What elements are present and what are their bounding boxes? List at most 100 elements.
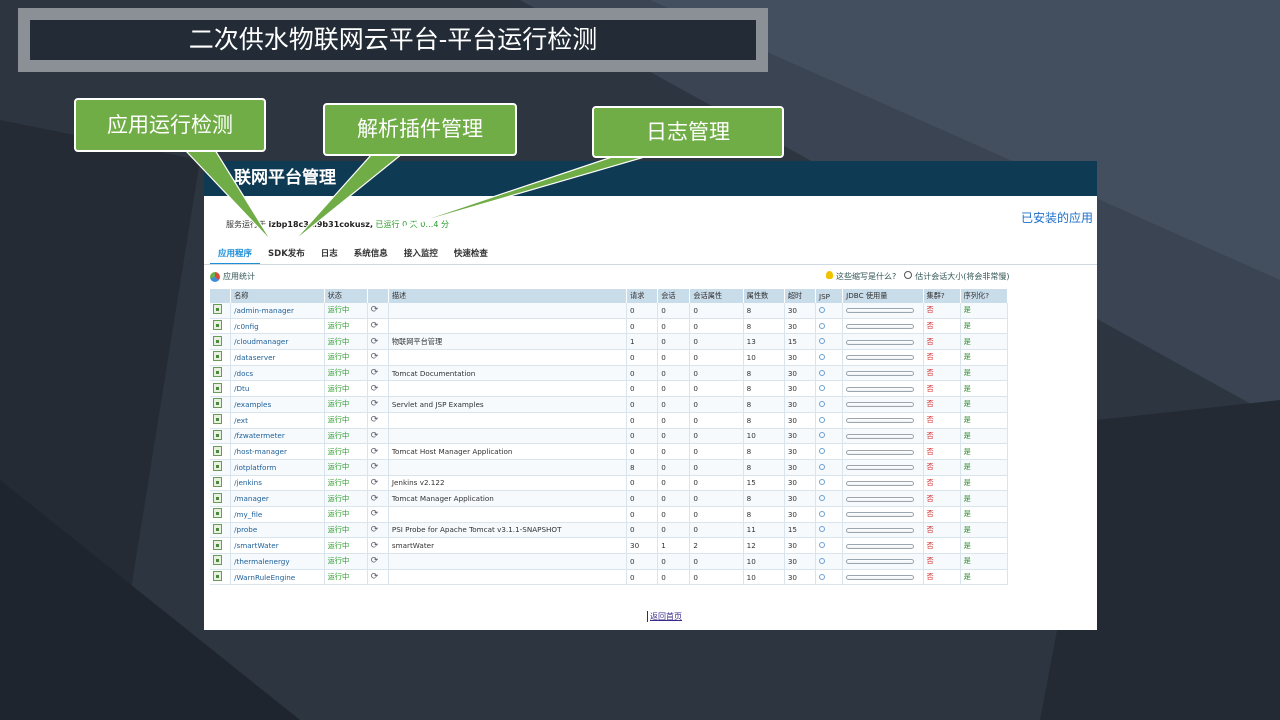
- tab-logs[interactable]: 日志: [313, 245, 346, 263]
- app-sessions[interactable]: 0: [657, 506, 691, 523]
- reload-icon[interactable]: ⟳: [371, 494, 379, 504]
- app-status[interactable]: 运行中: [324, 443, 368, 460]
- magnifier-icon[interactable]: [818, 400, 825, 407]
- app-icon-cell[interactable]: [210, 537, 232, 554]
- app-name-link[interactable]: /dataserver: [230, 349, 325, 366]
- application-icon[interactable]: [213, 320, 222, 331]
- col-name[interactable]: 名称: [230, 289, 325, 303]
- reload-cell[interactable]: ⟳: [367, 506, 389, 523]
- reload-icon[interactable]: ⟳: [371, 541, 379, 551]
- jsp-cell[interactable]: [815, 333, 844, 351]
- back-home-link[interactable]: 返回首页: [647, 611, 682, 622]
- col-session-attrs[interactable]: 会话属性: [689, 289, 744, 303]
- app-icon-cell[interactable]: [210, 318, 232, 335]
- jsp-cell[interactable]: [815, 365, 844, 382]
- reload-icon[interactable]: ⟳: [371, 415, 379, 425]
- app-name-link[interactable]: /manager: [230, 490, 325, 507]
- tab-access-monitor[interactable]: 接入监控: [396, 245, 446, 263]
- app-sessions[interactable]: 0: [657, 475, 691, 492]
- app-status[interactable]: 运行中: [324, 569, 368, 586]
- jsp-cell[interactable]: [815, 349, 844, 366]
- app-sessions[interactable]: 1: [657, 537, 691, 554]
- jsp-cell[interactable]: [815, 490, 844, 507]
- reload-icon[interactable]: ⟳: [371, 431, 379, 441]
- application-icon[interactable]: [213, 555, 222, 566]
- application-icon[interactable]: [213, 476, 222, 487]
- reload-cell[interactable]: ⟳: [367, 412, 389, 429]
- app-status[interactable]: 运行中: [324, 459, 368, 476]
- tab-sdk-release[interactable]: SDK发布: [260, 245, 313, 263]
- app-name-link[interactable]: /WarnRuleEngine: [230, 569, 325, 586]
- reload-cell[interactable]: ⟳: [367, 490, 389, 507]
- col-requests[interactable]: 请求: [626, 289, 659, 303]
- reload-cell[interactable]: ⟳: [367, 303, 389, 319]
- app-icon-cell[interactable]: [210, 333, 232, 351]
- app-name-link[interactable]: /my_file: [230, 506, 325, 523]
- app-name-link[interactable]: /host-manager: [230, 443, 325, 460]
- app-icon-cell[interactable]: [210, 506, 232, 523]
- jsp-cell[interactable]: [815, 475, 844, 492]
- app-icon-cell[interactable]: [210, 443, 232, 460]
- magnifier-icon[interactable]: [818, 353, 825, 360]
- col-timeout[interactable]: 超时: [784, 289, 816, 303]
- app-sessions[interactable]: 0: [657, 553, 691, 570]
- app-status[interactable]: 运行中: [324, 303, 368, 319]
- app-icon-cell[interactable]: [210, 475, 232, 492]
- reload-cell[interactable]: ⟳: [367, 569, 389, 586]
- app-name-link[interactable]: /examples: [230, 396, 325, 413]
- app-name-link[interactable]: /jenkins: [230, 475, 325, 492]
- reload-cell[interactable]: ⟳: [367, 428, 389, 445]
- reload-cell[interactable]: ⟳: [367, 537, 389, 554]
- app-sessions[interactable]: 0: [657, 522, 691, 539]
- application-icon[interactable]: [213, 414, 222, 425]
- app-status[interactable]: 运行中: [324, 522, 368, 539]
- col-properties[interactable]: 属性数: [743, 289, 785, 303]
- reload-cell[interactable]: ⟳: [367, 553, 389, 570]
- reload-cell[interactable]: ⟳: [367, 443, 389, 460]
- app-sessions[interactable]: 0: [657, 428, 691, 445]
- installed-apps-link[interactable]: 已安装的应用: [1021, 209, 1093, 226]
- magnifier-icon[interactable]: [818, 510, 825, 517]
- app-sessions[interactable]: 0: [657, 303, 691, 319]
- app-icon-cell[interactable]: [210, 303, 232, 319]
- reload-icon[interactable]: ⟳: [371, 337, 379, 347]
- application-icon[interactable]: [213, 523, 222, 534]
- tab-system-info[interactable]: 系统信息: [346, 245, 396, 263]
- app-sessions[interactable]: 0: [657, 396, 691, 413]
- magnifier-icon[interactable]: [818, 432, 825, 439]
- app-name-link[interactable]: /iotplatform: [230, 459, 325, 476]
- app-sessions[interactable]: 0: [657, 569, 691, 586]
- session-size-link[interactable]: 估计会话大小(将会非常慢): [904, 271, 1010, 282]
- jsp-cell[interactable]: [815, 506, 844, 523]
- app-icon-cell[interactable]: [210, 412, 232, 429]
- application-icon[interactable]: [213, 398, 222, 409]
- app-sessions[interactable]: 0: [657, 318, 691, 335]
- magnifier-icon[interactable]: [818, 385, 825, 392]
- reload-icon[interactable]: ⟳: [371, 556, 379, 566]
- reload-icon[interactable]: ⟳: [371, 384, 379, 394]
- reload-cell[interactable]: ⟳: [367, 380, 389, 398]
- app-status[interactable]: 运行中: [324, 553, 368, 570]
- app-name-link[interactable]: /docs: [230, 365, 325, 382]
- reload-icon[interactable]: ⟳: [371, 368, 379, 378]
- app-icon-cell[interactable]: [210, 553, 232, 570]
- reload-icon[interactable]: ⟳: [371, 509, 379, 519]
- reload-icon[interactable]: ⟳: [371, 478, 379, 488]
- app-name-link[interactable]: /cloudmanager: [230, 333, 325, 351]
- reload-icon[interactable]: ⟳: [371, 572, 379, 582]
- application-icon[interactable]: [213, 445, 222, 456]
- app-status[interactable]: 运行中: [324, 412, 368, 429]
- magnifier-icon[interactable]: [818, 416, 825, 423]
- app-status[interactable]: 运行中: [324, 396, 368, 413]
- app-name-link[interactable]: /ext: [230, 412, 325, 429]
- app-name-link[interactable]: /probe: [230, 522, 325, 539]
- app-icon-cell[interactable]: [210, 569, 232, 586]
- app-sessions[interactable]: 0: [657, 459, 691, 476]
- magnifier-icon[interactable]: [818, 557, 825, 564]
- magnifier-icon[interactable]: [818, 306, 825, 313]
- app-icon-cell[interactable]: [210, 428, 232, 445]
- reload-icon[interactable]: ⟳: [371, 399, 379, 409]
- reload-cell[interactable]: ⟳: [367, 475, 389, 492]
- app-icon-cell[interactable]: [210, 490, 232, 507]
- col-status[interactable]: 状态: [324, 289, 368, 303]
